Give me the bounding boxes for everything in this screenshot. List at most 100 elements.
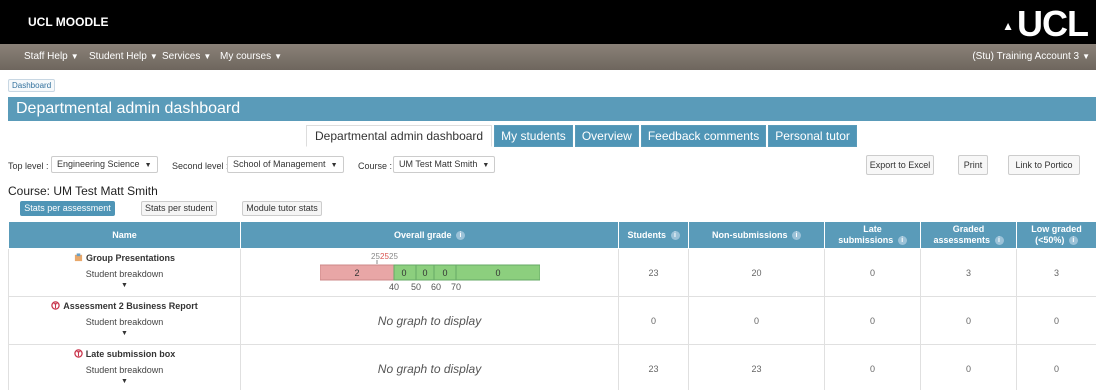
- student-breakdown-label[interactable]: Student breakdown: [9, 317, 240, 327]
- late-submissions-header[interactable]: Late submissions i: [824, 221, 921, 249]
- ucl-logo[interactable]: ▲ UCL: [1002, 3, 1089, 44]
- top-level-value: Engineering Science: [57, 159, 140, 169]
- expand-arrow-icon[interactable]: ▼: [9, 282, 240, 289]
- link-to-portico-button[interactable]: Link to Portico: [1008, 155, 1080, 175]
- graded-header-line2: assessments: [933, 235, 991, 245]
- assessment-name: Assessment 2 Business Report: [63, 301, 198, 311]
- assessment-link[interactable]: Group Presentations: [9, 253, 240, 263]
- assessment-link[interactable]: Assessment 2 Business Report: [9, 301, 240, 311]
- export-to-excel-button[interactable]: Export to Excel: [866, 155, 934, 175]
- grade-axis-tick: 50: [410, 282, 420, 292]
- nav-bar: Staff Help ▼ Student Help ▼ Services ▼ My c…: [0, 44, 1096, 70]
- assessment-link[interactable]: Late submission box: [9, 349, 240, 359]
- non-submissions-count: 20: [688, 248, 825, 297]
- graded-assessments-count: 3: [920, 248, 1017, 297]
- graded-assessments-count: 0: [920, 344, 1017, 390]
- grade-band-count: 2: [354, 268, 359, 278]
- non-submissions-header-label: Non-submissions: [711, 229, 788, 240]
- nav-services[interactable]: Services ▼: [162, 51, 211, 62]
- user-menu[interactable]: (Stu) Training Account 3 ▼: [972, 51, 1090, 62]
- caret-down-icon: ▼: [149, 52, 158, 61]
- site-brand[interactable]: UCL MOODLE: [28, 15, 108, 29]
- low-header-line1: Low graded: [1031, 224, 1082, 234]
- grade-axis-tick: 70: [450, 282, 460, 292]
- tab-my-students[interactable]: My students: [494, 125, 573, 147]
- turnitin-icon: [74, 349, 83, 358]
- name-header[interactable]: Name: [8, 221, 241, 249]
- assessment-stats-table: Name Overall grade i Students i Non-subm…: [8, 221, 1096, 390]
- non-submissions-count: 0: [688, 296, 825, 345]
- grade-axis-tick: 60: [430, 282, 440, 292]
- assessment-name-cell: Late submission box Student breakdown ▼: [8, 344, 241, 390]
- info-icon[interactable]: i: [792, 230, 802, 240]
- ucl-logo-text: UCL: [1017, 3, 1089, 44]
- nav-student-help[interactable]: Student Help ▼: [89, 51, 158, 62]
- stats-per-assessment-button[interactable]: Stats per assessment: [20, 201, 115, 216]
- caret-down-icon: ▼: [70, 52, 79, 61]
- tab-feedback-comments[interactable]: Feedback comments: [640, 125, 767, 147]
- breadcrumb-dashboard[interactable]: Dashboard: [8, 79, 56, 92]
- print-button[interactable]: Print: [958, 155, 988, 175]
- caret-down-icon: ▼: [203, 52, 212, 61]
- late-submissions-count: 0: [824, 248, 921, 297]
- assessment-name: Late submission box: [85, 349, 176, 359]
- nav-services-label: Services: [162, 51, 201, 62]
- grade-band-count: 0: [401, 268, 406, 278]
- stats-per-student-button[interactable]: Stats per student: [141, 201, 217, 216]
- info-icon[interactable]: i: [897, 236, 907, 246]
- non-submissions-count: 23: [688, 344, 825, 390]
- low-graded-header[interactable]: Low graded (<50%) i: [1016, 221, 1096, 249]
- info-icon[interactable]: i: [456, 230, 466, 240]
- students-count: 23: [618, 344, 689, 390]
- top-level-select[interactable]: Engineering Science ▼: [51, 156, 158, 173]
- course-label: Course :: [358, 161, 393, 171]
- info-icon[interactable]: i: [994, 236, 1004, 246]
- graded-assessments-count: 0: [920, 296, 1017, 345]
- user-name: (Stu) Training Account 3: [972, 51, 1080, 62]
- students-header[interactable]: Students i: [618, 221, 689, 249]
- non-submissions-header[interactable]: Non-submissions i: [688, 221, 825, 249]
- name-cell-inner: Group Presentations Student breakdown ▼: [9, 249, 240, 296]
- module-tutor-stats-button[interactable]: Module tutor stats: [242, 201, 322, 216]
- no-graph-message: No graph to display: [377, 361, 482, 376]
- second-level-select[interactable]: School of Management ▼: [227, 156, 344, 173]
- course-select[interactable]: UM Test Matt Smith ▼: [393, 156, 496, 173]
- late-header-line1: Late: [863, 224, 882, 234]
- grade-chart: 25 25 25 2 0 0 0 0 40 50 60 70: [319, 251, 540, 295]
- course-title: Course: UM Test Matt Smith: [8, 184, 158, 198]
- low-graded-count: 0: [1016, 296, 1096, 345]
- dropdown-arrow-icon: ▼: [482, 162, 490, 169]
- dropdown-arrow-icon: ▼: [144, 162, 152, 169]
- table-row: Late submission box Student breakdown ▼ …: [8, 344, 1096, 390]
- graded-assessments-header[interactable]: Graded assessments i: [920, 221, 1017, 249]
- low-graded-count: 0: [1016, 344, 1096, 390]
- tab-personal-tutor[interactable]: Personal tutor: [768, 125, 857, 147]
- student-breakdown-label[interactable]: Student breakdown: [9, 269, 240, 279]
- tab-overview[interactable]: Overview: [574, 125, 639, 147]
- nav-my-courses[interactable]: My courses ▼: [220, 51, 282, 62]
- students-count: 0: [618, 296, 689, 345]
- expand-arrow-icon[interactable]: ▼: [9, 378, 240, 385]
- info-icon[interactable]: i: [670, 230, 680, 240]
- grade-band-count: 0: [495, 268, 500, 278]
- turnitin-icon: [51, 301, 60, 310]
- students-header-label: Students: [627, 229, 666, 240]
- overall-grade-header[interactable]: Overall grade i: [240, 221, 619, 249]
- low-header-line2: (<50%): [1035, 235, 1065, 245]
- no-graph-message: No graph to display: [377, 313, 482, 328]
- assessment-name-cell: Assessment 2 Business Report Student bre…: [8, 296, 241, 345]
- table-row: Group Presentations Student breakdown ▼ …: [8, 248, 1096, 297]
- nav-staff-help[interactable]: Staff Help ▼: [24, 51, 79, 62]
- tab-departmental-admin-dashboard[interactable]: Departmental admin dashboard: [306, 125, 493, 147]
- table-row: Assessment 2 Business Report Student bre…: [8, 296, 1096, 345]
- late-header-line2: submissions: [838, 235, 894, 245]
- assessment-name: Group Presentations: [85, 253, 175, 263]
- student-breakdown-label[interactable]: Student breakdown: [9, 365, 240, 375]
- grade-axis-tick: 40: [388, 282, 398, 292]
- late-submissions-count: 0: [824, 344, 921, 390]
- expand-arrow-icon[interactable]: ▼: [9, 330, 240, 337]
- top-bar: UCL MOODLE ▲ UCL: [0, 0, 1096, 44]
- info-icon[interactable]: i: [1068, 236, 1078, 246]
- dropdown-arrow-icon: ▼: [330, 162, 338, 169]
- graded-header-line1: Graded: [952, 224, 985, 234]
